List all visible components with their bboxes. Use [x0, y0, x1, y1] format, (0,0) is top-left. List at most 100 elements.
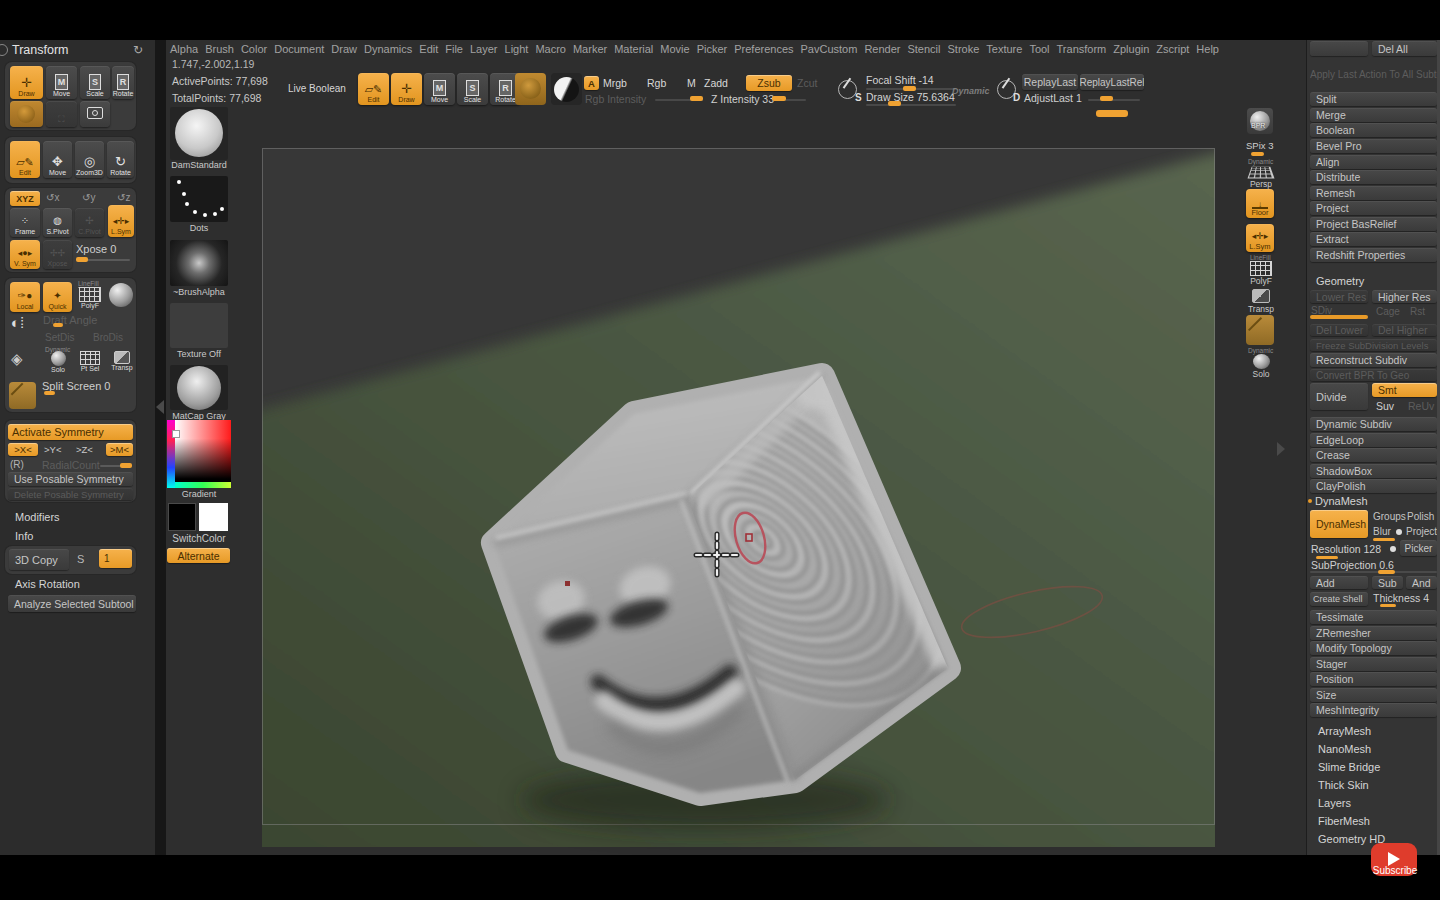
suv-button[interactable]: Suv — [1376, 400, 1394, 412]
action-bevel-pro[interactable]: Bevel Pro — [1310, 139, 1437, 153]
menu-item-layer[interactable]: Layer — [470, 43, 498, 57]
edit-button[interactable]: ▱✎Edit — [10, 141, 40, 178]
replay-last-button[interactable]: ReplayLast — [1022, 74, 1078, 90]
modify-topology-button[interactable]: Modify Topology — [1310, 641, 1437, 655]
menu-item-document[interactable]: Document — [274, 43, 324, 57]
spix-slider[interactable] — [1251, 152, 1264, 156]
layers-section[interactable]: Layers — [1318, 797, 1351, 809]
frame-button[interactable]: ⁘Frame — [10, 208, 40, 237]
fibermesh-section[interactable]: FiberMesh — [1318, 815, 1370, 827]
arraymesh-section[interactable]: ArrayMesh — [1318, 725, 1371, 737]
camera-button[interactable] — [80, 101, 110, 127]
zsub-button[interactable]: Zsub — [746, 75, 792, 91]
texture-thumbnail[interactable] — [170, 303, 228, 348]
zremesher-button[interactable]: ZRemesher — [1310, 626, 1437, 640]
ptsel-button[interactable]: Pt Sel — [76, 351, 104, 377]
material-preview-button[interactable] — [10, 101, 43, 127]
geometry-section-title[interactable]: Geometry — [1316, 275, 1364, 287]
z-intensity-handle[interactable] — [772, 96, 786, 101]
action-distribute[interactable]: Distribute — [1310, 170, 1437, 184]
rst-button[interactable]: Rst — [1410, 306, 1425, 317]
m-button[interactable]: M — [687, 77, 696, 89]
transp-button[interactable]: Transp — [108, 351, 136, 377]
delete-posable-button[interactable]: Delete Posable Symmetry — [8, 488, 133, 500]
add-button[interactable]: Add — [1310, 576, 1368, 589]
menu-item-picker[interactable]: Picker — [697, 43, 728, 57]
draw-size-handle[interactable] — [888, 101, 901, 106]
draft-angle-handle[interactable] — [53, 323, 63, 327]
dynamesh-button[interactable]: DynaMesh — [1310, 510, 1368, 538]
draw-size-slider[interactable] — [866, 104, 956, 106]
alternate-button[interactable]: Alternate — [167, 548, 230, 563]
slimebridge-section[interactable]: Slime Bridge — [1318, 761, 1380, 773]
mrgb-button[interactable]: Mrgb — [603, 77, 627, 89]
floor-button[interactable]: ↓Floor — [1246, 189, 1274, 218]
position-button[interactable]: Position — [1310, 672, 1437, 686]
del-lower-button[interactable]: Del Lower — [1310, 324, 1368, 336]
a-chip[interactable]: A — [584, 76, 599, 90]
modifiers-section-label[interactable]: Modifiers — [15, 511, 60, 523]
action-project-basrelief[interactable]: Project BasRelief — [1310, 217, 1437, 231]
right-collapse-arrow[interactable] — [1277, 442, 1285, 456]
color-picker[interactable] — [167, 420, 231, 488]
sdiv-slider[interactable] — [1310, 315, 1368, 319]
zadd-button[interactable]: Zadd — [704, 77, 728, 89]
action-remesh[interactable]: Remesh — [1310, 186, 1437, 200]
action-align[interactable]: Align — [1310, 155, 1437, 169]
sub-button[interactable]: Sub — [1372, 576, 1403, 589]
alpha-thumbnail[interactable] — [170, 240, 228, 286]
bpr-button[interactable]: BPR — [1247, 108, 1273, 134]
contrast-icon[interactable]: ◐⁞ — [11, 316, 24, 330]
gyro-x-icon[interactable]: ↺x — [46, 191, 59, 205]
stroke-thumbnail[interactable] — [170, 176, 228, 222]
convert-bpr-button[interactable]: Convert BPR To Geo — [1310, 369, 1437, 381]
dynamesh-header[interactable]: DynaMesh — [1315, 495, 1368, 507]
scale-tool-button[interactable]: SScale — [457, 73, 488, 105]
menu-item-draw[interactable]: Draw — [331, 43, 357, 57]
axis-rotation-label[interactable]: Axis Rotation — [15, 578, 80, 590]
blur-dot[interactable] — [1396, 529, 1402, 535]
thickness-handle[interactable] — [1380, 604, 1396, 607]
thickskin-section[interactable]: Thick Skin — [1318, 779, 1369, 791]
vsym-button[interactable]: ◂●▸V. Sym — [10, 240, 40, 269]
delete-button-partial[interactable] — [1310, 41, 1368, 56]
del-all-button[interactable]: Del All — [1372, 41, 1437, 56]
ghost-button[interactable] — [9, 382, 36, 409]
radialcount-handle[interactable] — [120, 463, 132, 468]
menu-item-light[interactable]: Light — [505, 43, 529, 57]
spivot-button[interactable]: ◍S.Pivot — [43, 208, 72, 237]
sym-m-button[interactable]: >M< — [106, 443, 133, 456]
adjust-last-handle[interactable] — [1100, 96, 1113, 101]
sym-z-button[interactable]: >Z< — [76, 444, 93, 455]
action-boolean[interactable]: Boolean — [1310, 123, 1437, 137]
project-button[interactable]: Project — [1406, 526, 1437, 537]
menu-item-color[interactable]: Color — [241, 43, 267, 57]
spix-label[interactable]: SPix 3 — [1246, 140, 1273, 151]
action-extract[interactable]: Extract — [1310, 232, 1437, 246]
menu-item-alpha[interactable]: Alpha — [170, 43, 198, 57]
copy3d-button[interactable]: 3D Copy — [9, 549, 69, 570]
menu-item-file[interactable]: File — [445, 43, 463, 57]
move-button[interactable]: MMove — [46, 66, 77, 99]
higher-res-button[interactable]: Higher Res — [1372, 290, 1437, 303]
menu-item-edit[interactable]: Edit — [419, 43, 438, 57]
xyz-button[interactable]: XYZ — [10, 191, 40, 206]
draw-tool-button[interactable]: ✛Draw — [391, 73, 422, 105]
menu-item-help[interactable]: Help — [1196, 43, 1219, 57]
divide-button[interactable]: Divide — [1310, 383, 1368, 410]
subprojection-slider[interactable] — [1310, 571, 1437, 573]
sym-x-button[interactable]: >X< — [8, 443, 38, 456]
draw-size-label[interactable]: Draw Size 75.6364 — [866, 91, 955, 103]
preview-sphere-icon[interactable] — [109, 283, 133, 307]
rgb-intensity-handle[interactable] — [690, 96, 703, 101]
adjust-last-label[interactable]: AdjustLast 1 — [1024, 92, 1082, 104]
menu-item-stroke[interactable]: Stroke — [948, 43, 980, 57]
tessimate-button[interactable]: Tessimate — [1310, 610, 1437, 624]
xpose-button[interactable]: ✢✢Xpose — [43, 240, 72, 269]
nanomesh-section[interactable]: NanoMesh — [1318, 743, 1371, 755]
focal-shift-label[interactable]: Focal Shift -14 — [866, 74, 934, 86]
disabled-tool-button[interactable]: ⛶ — [46, 101, 77, 127]
meshintegrity-button[interactable]: MeshIntegrity — [1310, 703, 1437, 717]
matcap-thumbnail[interactable] — [170, 365, 228, 410]
action-split[interactable]: Split — [1310, 92, 1437, 106]
